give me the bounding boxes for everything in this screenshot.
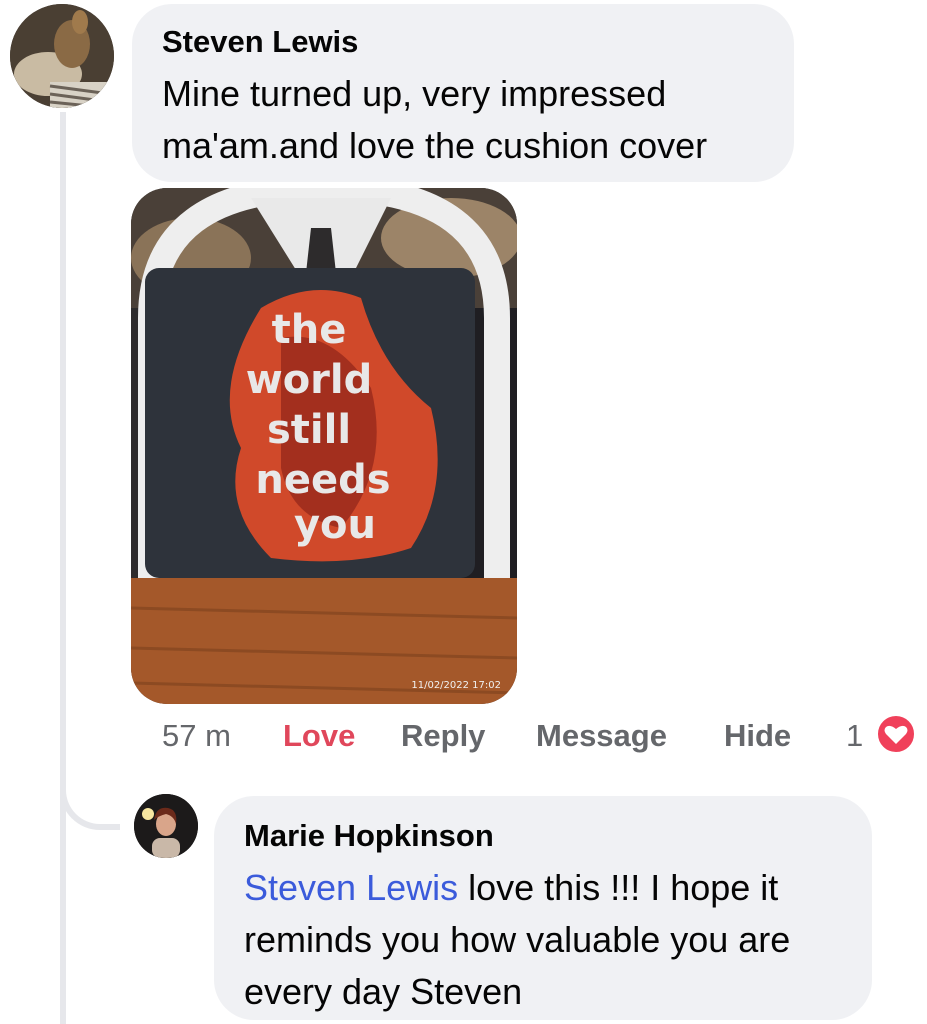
avatar[interactable]: [134, 794, 198, 858]
reply-text: Steven Lewis love this !!! I hope it rem…: [244, 862, 872, 1018]
thread-connector-line: [60, 112, 66, 1024]
cushion-text-line: world: [246, 357, 373, 403]
cushion-text-line: you: [294, 502, 376, 548]
reply-author[interactable]: Marie Hopkinson: [244, 818, 872, 854]
reply-bubble: Marie Hopkinson Steven Lewis love this !…: [214, 796, 872, 1020]
comment-thread: Steven Lewis Mine turned up, very impres…: [0, 0, 927, 1024]
reaction-count[interactable]: 1: [846, 716, 863, 756]
comment-timestamp: 57 m: [162, 718, 231, 753]
avatar-photo-icon: [134, 794, 198, 858]
heart-reaction-icon[interactable]: [876, 714, 916, 754]
comment-text-line: Mine turned up, very impressed: [162, 73, 667, 114]
avatar[interactable]: [10, 4, 114, 108]
mention-link[interactable]: Steven Lewis: [244, 867, 458, 908]
comment-author[interactable]: Steven Lewis: [162, 24, 794, 60]
comment-actions: 57 m Love Reply Message Hide 1: [0, 714, 927, 760]
comment-bubble: Steven Lewis Mine turned up, very impres…: [132, 4, 794, 182]
comment-photo[interactable]: the world still needs you 11/02/2022 17:…: [131, 188, 517, 704]
comment-text-line: ma'am.and love the cushion cover: [162, 125, 708, 166]
love-button[interactable]: Love: [283, 716, 355, 756]
reply-text-line: every day Steven: [244, 971, 523, 1012]
avatar-photo-icon: [10, 4, 114, 108]
photo-timestamp: 11/02/2022 17:02: [411, 680, 501, 691]
cushion-text-line: still: [267, 407, 351, 453]
cushion-text-line: the: [272, 307, 347, 353]
cushion-text-line: needs: [255, 457, 390, 503]
hide-button[interactable]: Hide: [724, 716, 791, 756]
reply-text-line: reminds you how valuable you are: [244, 919, 791, 960]
message-button[interactable]: Message: [536, 716, 667, 756]
reply-text-fragment: love this !!! I hope it: [458, 867, 779, 908]
comment-text: Mine turned up, very impressed ma'am.and…: [162, 68, 794, 172]
reply-button[interactable]: Reply: [401, 716, 485, 756]
reply-text-line: Steven Lewis love this !!! I hope it: [244, 862, 872, 914]
